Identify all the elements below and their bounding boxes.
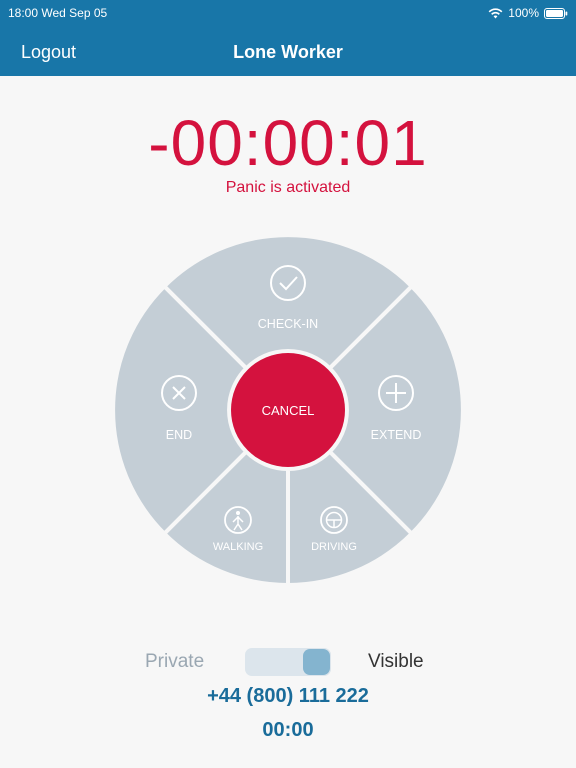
battery-icon xyxy=(544,7,568,19)
nav-bar: 18:00 Wed Sep 05 100% Logout Lone Worker xyxy=(0,0,576,76)
extend-label: EXTEND xyxy=(371,428,422,442)
action-wheel: CHECK-IN EXTEND END WALKING DRIVING CANC… xyxy=(115,237,461,583)
toggle-knob xyxy=(303,649,330,675)
wifi-icon xyxy=(488,7,503,18)
battery-percent: 100% xyxy=(508,6,539,20)
visibility-toggle[interactable] xyxy=(245,648,331,676)
elapsed-counter: 00:00 xyxy=(262,719,314,741)
status-bar-left: 18:00 Wed Sep 05 xyxy=(8,6,107,20)
status-bar-right: 100% xyxy=(488,6,568,20)
phone-number-link[interactable]: +44 (800) 111 222 xyxy=(0,685,576,708)
private-label: Private xyxy=(145,651,205,672)
end-label: END xyxy=(166,428,192,442)
panic-status: Panic is activated xyxy=(225,179,351,196)
visibility-row: Private Visible xyxy=(0,646,576,676)
cancel-button[interactable]: CANCEL xyxy=(231,353,345,467)
check-in-label: CHECK-IN xyxy=(258,317,318,331)
walking-label: WALKING xyxy=(213,541,263,553)
panic-timer: -00:00:01 xyxy=(148,107,428,179)
visible-label: Visible xyxy=(368,651,424,672)
status-time: 18:00 xyxy=(8,6,39,20)
page-title: Lone Worker xyxy=(233,42,343,62)
status-date: Wed Sep 05 xyxy=(41,6,108,20)
cancel-label: CANCEL xyxy=(262,403,315,418)
driving-label: DRIVING xyxy=(311,541,357,553)
